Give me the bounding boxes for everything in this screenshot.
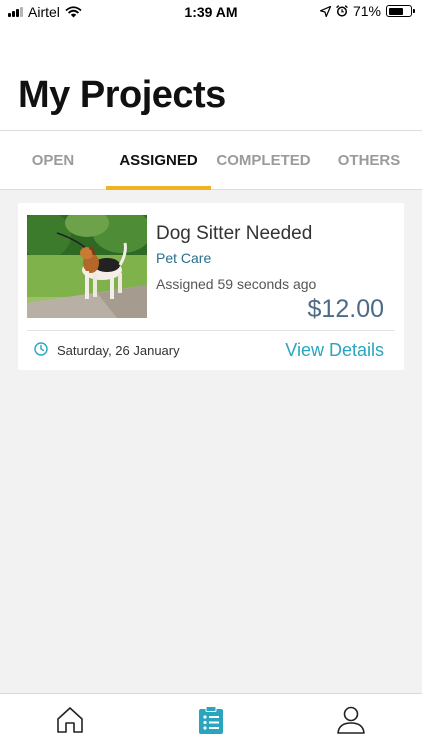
profile-icon — [337, 706, 365, 734]
tab-assigned[interactable]: ASSIGNED — [106, 131, 211, 189]
project-card[interactable]: Dog Sitter Needed Pet Care Assigned 59 s… — [18, 203, 404, 370]
alarm-icon — [336, 5, 348, 17]
battery-fill — [388, 7, 403, 15]
status-right: 71% — [319, 3, 415, 19]
tab-bar: OPEN ASSIGNED COMPLETED OTHERS — [0, 130, 422, 190]
tab-others[interactable]: OTHERS — [316, 131, 422, 189]
location-arrow-icon — [319, 5, 331, 17]
bottom-nav — [0, 693, 422, 750]
tab-open[interactable]: OPEN — [0, 131, 106, 189]
tab-completed[interactable]: COMPLETED — [211, 131, 316, 189]
nav-projects[interactable] — [193, 702, 229, 738]
project-title: Dog Sitter Needed — [156, 223, 313, 244]
active-tab-indicator — [106, 186, 211, 190]
project-category: Pet Care — [156, 250, 212, 266]
projects-list-icon — [199, 706, 223, 734]
assigned-time: Assigned 59 seconds ago — [156, 276, 317, 292]
clock-icon — [34, 342, 48, 356]
page-title: My Projects — [18, 74, 226, 116]
status-bar: Airtel 1:39 AM 71% — [0, 0, 422, 24]
project-price: $12.00 — [307, 295, 384, 323]
battery-icon — [386, 5, 415, 17]
home-icon — [57, 707, 83, 733]
nav-profile[interactable] — [333, 702, 369, 738]
project-date: Saturday, 26 January — [57, 343, 180, 358]
project-photo — [27, 215, 147, 318]
battery-percent: 71% — [352, 3, 381, 19]
card-divider — [27, 330, 395, 331]
nav-home[interactable] — [52, 702, 88, 738]
view-details-link[interactable]: View Details — [285, 340, 384, 361]
